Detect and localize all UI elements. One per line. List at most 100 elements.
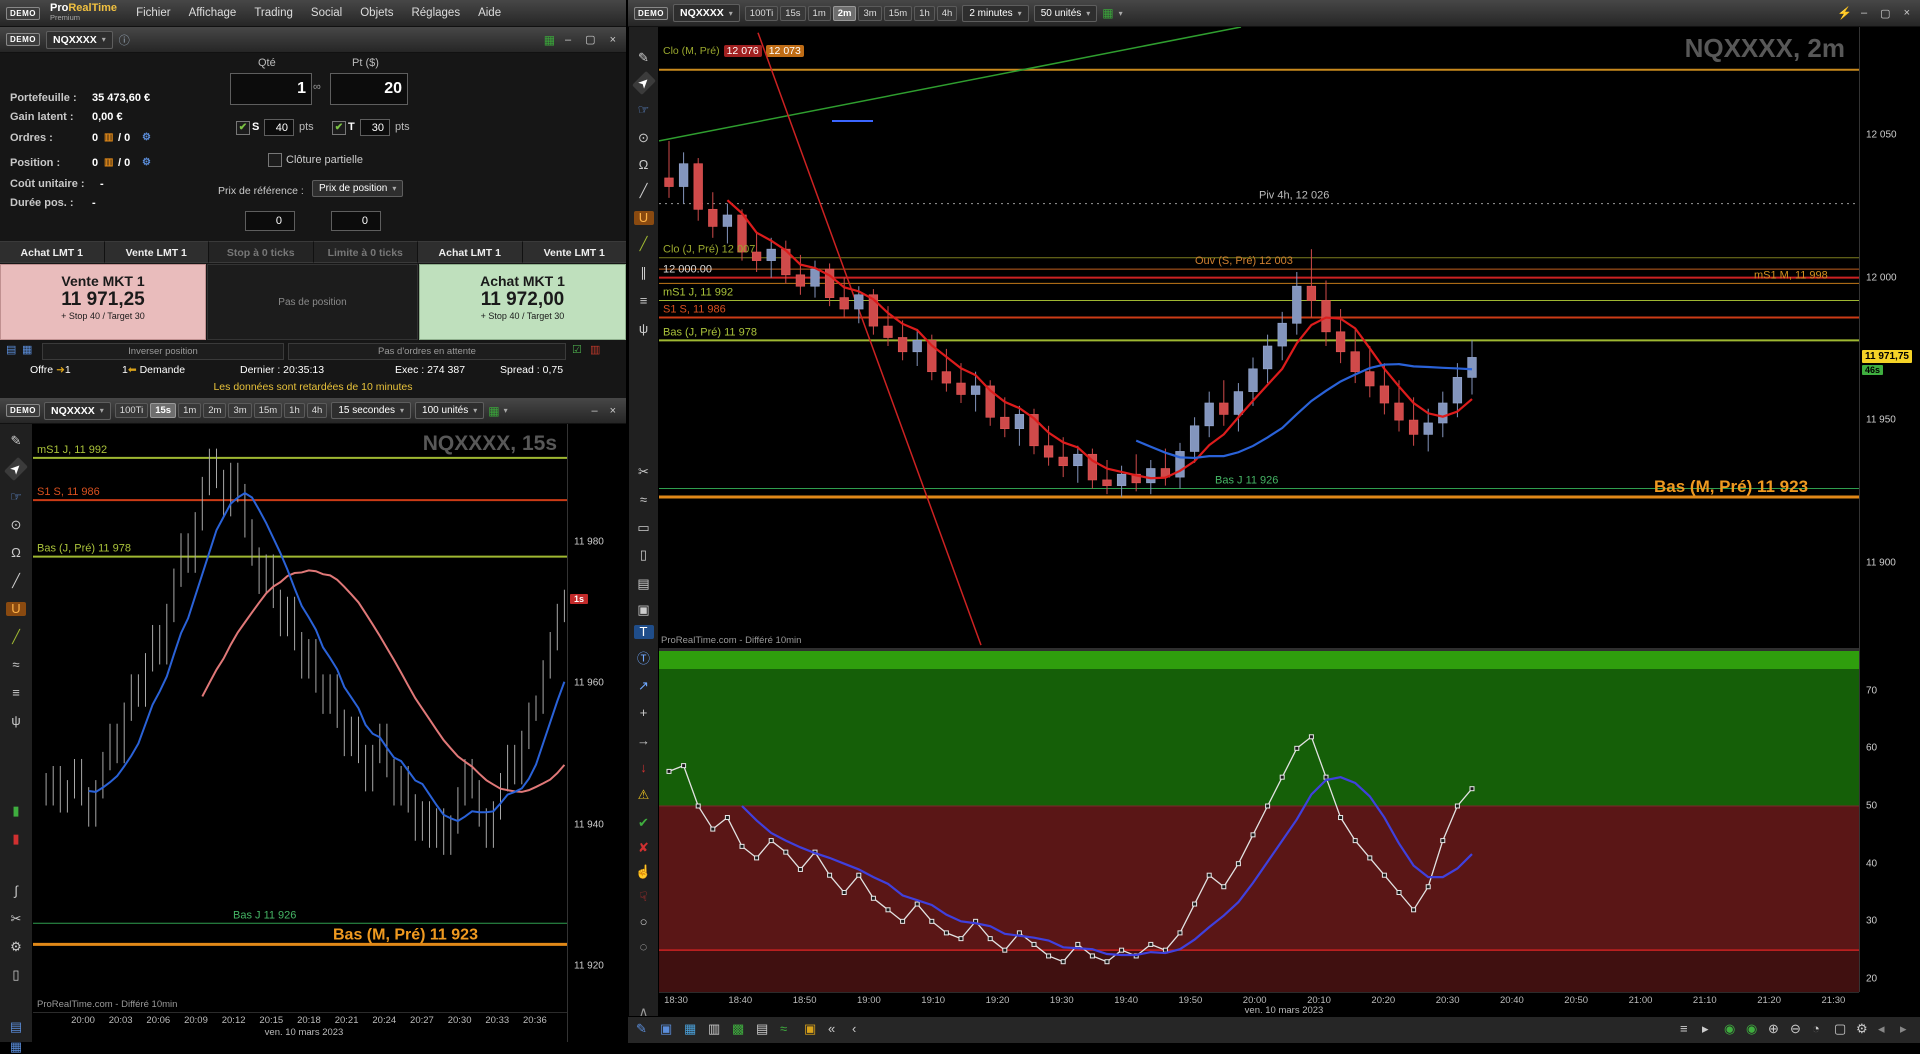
arrow-ne-tool-icon[interactable]: ↗	[634, 679, 654, 693]
timeframe-15m[interactable]: 15m	[253, 403, 283, 418]
timeframe-4h[interactable]: 4h	[306, 403, 328, 418]
thumb-up-marker-tool-icon[interactable]: ☝	[634, 865, 654, 879]
trendline-tool-icon[interactable]: ╱	[634, 237, 654, 251]
magnet-tool-icon[interactable]: U	[633, 211, 654, 225]
chart-15s[interactable]: NQXXXX, 15s mS1 J, 11 992 S1 S, 11 986 Bas…	[33, 424, 567, 998]
cross-marker-tool-icon[interactable]: ✘	[634, 841, 654, 855]
pitchfork-tool-icon[interactable]: ψ	[6, 714, 26, 728]
sell-market-button[interactable]: Vente MKT 1 11 971,25 + Stop 40 / Target…	[0, 264, 206, 340]
zoom-tool-icon[interactable]: ⊙	[634, 131, 654, 145]
scissors-tool-icon[interactable]: ✂	[634, 465, 654, 479]
monitor-button[interactable]: ▥	[708, 1021, 720, 1037]
info-icon[interactable]: ⓘ	[119, 32, 130, 48]
overlay-line-1[interactable]	[757, 32, 982, 646]
check-marker-tool-icon[interactable]: ✔	[634, 816, 654, 830]
lightning-icon[interactable]: ⚡	[1837, 6, 1852, 20]
status-green-button[interactable]: ◉	[1724, 1021, 1735, 1037]
draw-button[interactable]: ✎	[636, 1021, 647, 1037]
arrow-down-tool-icon[interactable]: ↓	[634, 761, 654, 775]
share-button[interactable]: ▣	[660, 1021, 672, 1037]
target-input[interactable]: 30	[360, 119, 390, 136]
settings-tool-icon[interactable]: ⚙	[6, 940, 26, 954]
timeframe-2m[interactable]: 2m	[203, 403, 227, 418]
chart-style-icon[interactable]: ▦	[544, 33, 555, 47]
timeframe-3m[interactable]: 3m	[228, 403, 252, 418]
indicator-panel[interactable]	[659, 651, 1859, 992]
buy-market-button[interactable]: Achat MKT 1 11 972,00 + Stop 40 / Target…	[419, 264, 626, 340]
points-input[interactable]: 20	[330, 73, 408, 105]
menu-item-reglages[interactable]: Réglages	[402, 7, 469, 19]
parallel-lines-tool-icon[interactable]: ∥	[634, 266, 654, 280]
close-button[interactable]: ×	[606, 34, 620, 46]
timeframe-15m[interactable]: 15m	[883, 5, 913, 21]
link-icon[interactable]: ∞	[313, 81, 321, 93]
chart-style-icon[interactable]: ▦	[488, 404, 499, 418]
units-dropdown[interactable]: 100 unités ▾	[415, 402, 485, 419]
orders-gear-icon[interactable]: ⚙	[142, 132, 151, 143]
timeframe-100ti[interactable]: 100Ti	[114, 403, 149, 418]
menu-item-social[interactable]: Social	[302, 7, 351, 19]
ellipse-tool-icon[interactable]: ○	[634, 915, 654, 929]
overlay-line-0[interactable]	[659, 27, 1242, 142]
menu-item-aide[interactable]: Aide	[469, 7, 510, 19]
quantity-input[interactable]: 1	[230, 73, 312, 105]
cursor-tool-icon[interactable]: ➤	[3, 456, 29, 482]
timeframe-15s[interactable]: 15s	[780, 5, 806, 21]
menu-item-fichier[interactable]: Fichier	[127, 7, 180, 19]
close-button[interactable]: ×	[1900, 7, 1914, 19]
layout-list-button-icon[interactable]: ▦	[6, 1040, 26, 1054]
orders-button[interactable]: ▣	[804, 1021, 816, 1037]
close-button[interactable]: ×	[606, 405, 620, 417]
thumb-down-marker-tool-icon[interactable]: ☟	[634, 890, 654, 904]
timeframe-100ti[interactable]: 100Ti	[744, 5, 779, 21]
fibonacci-tool-icon[interactable]: ≡	[634, 294, 654, 308]
circled-text-tool-icon[interactable]: Ⓣ	[634, 652, 654, 666]
reverse-position-button[interactable]: Inverser position	[42, 343, 284, 360]
play-button[interactable]: ▸	[1702, 1021, 1709, 1037]
menu-item-objets[interactable]: Objets	[351, 7, 402, 19]
chart-2m-canvas[interactable]: Piv 4h, 12 026 Clo (J, Pré) 12 007 Ouv (S,…	[659, 27, 1859, 648]
achat-lmt-button-2[interactable]: Achat LMT 1	[418, 241, 523, 263]
partial-close-checkbox[interactable]: ✔	[268, 153, 282, 167]
scroll-right-button[interactable]: ▸	[1900, 1021, 1907, 1037]
pencil-tool-icon[interactable]: ✎	[634, 51, 654, 65]
scroll-left-button[interactable]: ◂	[1878, 1021, 1885, 1037]
maximize-button[interactable]: ▢	[1876, 7, 1894, 20]
trendline-tool-icon[interactable]: ╱	[6, 630, 26, 644]
wave-tool-icon[interactable]: ≈	[6, 658, 26, 672]
units-dropdown[interactable]: 50 unités ▾	[1033, 4, 1098, 22]
zoom-in-button[interactable]: ⊕	[1768, 1021, 1779, 1037]
layout-grid-button-icon[interactable]: ▤	[6, 1020, 26, 1034]
hand-tool-icon[interactable]: ☞	[634, 103, 654, 117]
pitchfork-tool-icon[interactable]: ψ	[634, 322, 654, 336]
table-button[interactable]: ▤	[756, 1021, 768, 1037]
lasso-tool-icon[interactable]: ◌	[634, 940, 654, 954]
orders-calendar-icon[interactable]: ▥	[104, 132, 113, 143]
nav-first-button[interactable]: «	[828, 1021, 835, 1036]
hand-tool-icon[interactable]: ☞	[6, 490, 26, 504]
alert-bell-tool-icon[interactable]: Ω	[6, 546, 26, 560]
trash-tool-icon[interactable]: ▯	[6, 968, 26, 982]
windows-button[interactable]: ▦	[684, 1021, 696, 1037]
chart-2m[interactable]: NQXXXX, 2m Clo (M, Pré) 12 076 12 073 ProR…	[659, 27, 1859, 648]
magnet-tool-icon[interactable]: U	[6, 602, 26, 616]
achat-lmt-button-1[interactable]: Achat LMT 1	[0, 241, 105, 263]
positions-grid-icon[interactable]: ▤	[6, 343, 16, 356]
stop-input[interactable]: 40	[264, 119, 294, 136]
minimize-button[interactable]: –	[561, 34, 575, 46]
chart-15s-canvas[interactable]: mS1 J, 11 992 S1 S, 11 986 Bas (J, Pré) 11…	[33, 424, 567, 998]
fibonacci-tool-icon[interactable]: ≡	[6, 686, 26, 700]
wave2-tool-icon[interactable]: ∫	[6, 884, 26, 898]
minimize-button[interactable]: –	[1857, 7, 1871, 19]
timeframe-1h[interactable]: 1h	[284, 403, 305, 418]
position-calendar-icon[interactable]: ▥	[104, 157, 113, 168]
status-green2-button[interactable]: ◉	[1746, 1021, 1757, 1037]
timeframe-1m[interactable]: 1m	[178, 403, 202, 418]
trash-tool-icon[interactable]: ▯	[634, 548, 654, 562]
timeframe-1h[interactable]: 1h	[914, 5, 935, 21]
chart-style-caret[interactable]: ▾	[504, 406, 508, 415]
chart-2m-price-axis[interactable]: 12 050 12 000 11 950 11 900 11 971,75 46s 70 60…	[1859, 27, 1920, 992]
cursor-tool-icon[interactable]: ➤	[631, 70, 656, 96]
menu-item-affichage[interactable]: Affichage	[180, 7, 246, 19]
confirm-orders-icon[interactable]: ☑	[572, 343, 582, 356]
